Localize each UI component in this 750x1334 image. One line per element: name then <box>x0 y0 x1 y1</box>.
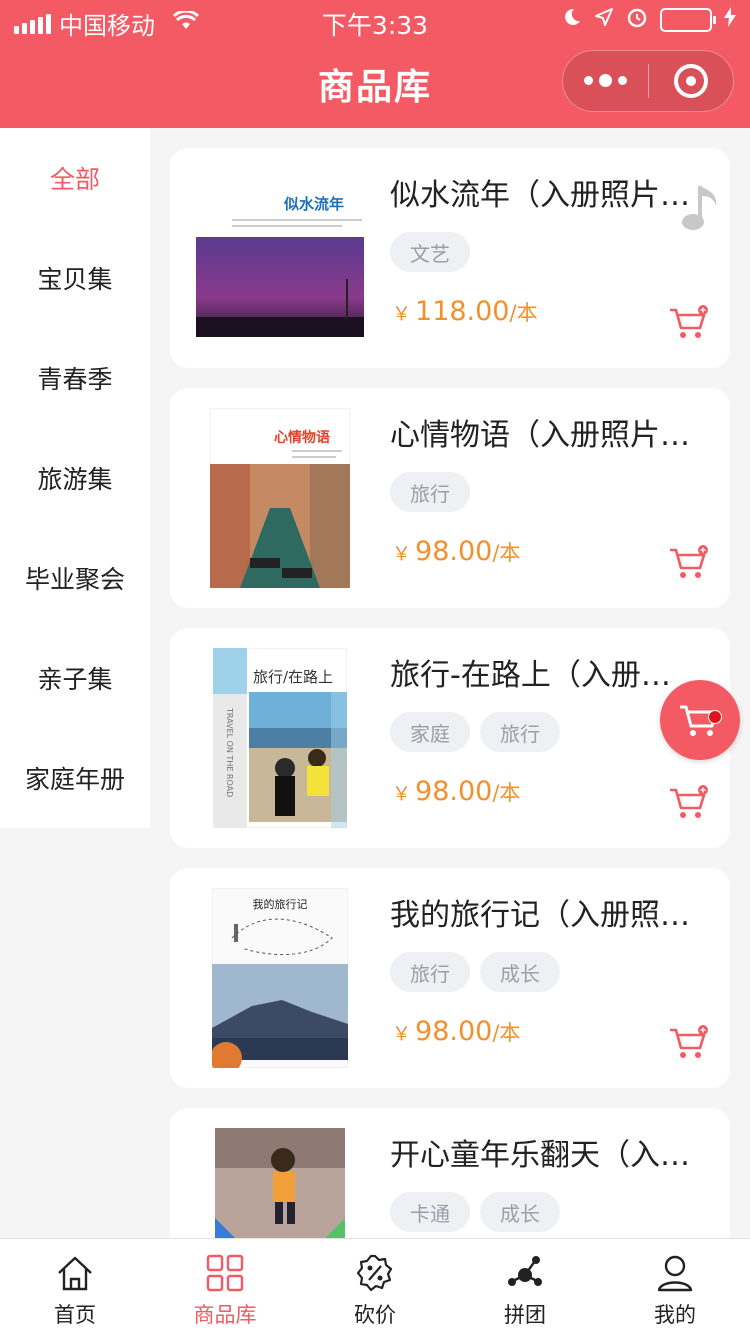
sidebar-item-travel[interactable]: 旅游集 <box>0 428 150 528</box>
alarm-icon <box>626 6 648 34</box>
currency-symbol: ￥ <box>392 303 412 325</box>
group-icon <box>508 1256 542 1286</box>
profile-icon <box>657 1255 693 1292</box>
target-icon <box>673 64 708 98</box>
product-tag: 旅行 <box>390 952 470 992</box>
tab-label: 首页 <box>54 1303 96 1327</box>
price-unit: /本 <box>492 541 521 565</box>
tab-home[interactable]: 首页 <box>0 1239 150 1334</box>
more-button[interactable] <box>563 73 648 87</box>
cover-title: 似水流年 <box>283 195 344 213</box>
product-title[interactable]: 旅行-在路上（入册… <box>390 650 712 694</box>
sidebar-item-all[interactable]: 全部 <box>0 128 150 228</box>
tab-label: 我的 <box>654 1303 696 1327</box>
discount-icon <box>356 1254 393 1292</box>
product-cover: 心情物语 <box>194 408 366 588</box>
cover-title: 旅行/在路上 <box>253 668 333 686</box>
product-price: ￥ 98.00 /本 <box>392 1016 520 1047</box>
music-note-icon[interactable] <box>678 182 722 234</box>
product-title[interactable]: 心情物语（入册照片… <box>390 410 712 454</box>
tab-label: 砍价 <box>354 1303 396 1327</box>
price-value: 118.00 <box>415 296 510 327</box>
moon-icon <box>562 7 582 33</box>
status-bar: 中国移动 下午3:33 <box>0 0 750 40</box>
add-to-cart-icon[interactable] <box>668 544 710 580</box>
product-tag: 文艺 <box>390 232 470 272</box>
product-list: 似水流年 似水流年（入册照片… 文艺 ￥ 118.00 /本 心情物语 心情物语… <box>170 148 730 1334</box>
price-unit: /本 <box>509 301 538 325</box>
product-cover: 似水流年 <box>194 168 366 348</box>
product-tags: 家庭 旅行 <box>390 712 560 752</box>
sidebar-item-youth[interactable]: 青春季 <box>0 328 150 428</box>
product-price: ￥ 98.00 /本 <box>392 536 520 567</box>
product-title[interactable]: 似水流年（入册照片… <box>390 170 712 214</box>
cart-badge <box>708 710 722 724</box>
sidebar-item-family-yearbook[interactable]: 家庭年册 <box>0 728 150 828</box>
product-title[interactable]: 我的旅行记（入册照… <box>390 890 712 934</box>
sidebar-item-graduation[interactable]: 毕业聚会 <box>0 528 150 628</box>
product-card[interactable]: 我的旅行记 我的旅行记（入册照… 旅行 成长 ￥ 98.00 /本 <box>170 868 730 1088</box>
product-cover: 旅行/在路上 TRAVEL ON THE ROAD <box>194 648 366 828</box>
tab-profile[interactable]: 我的 <box>600 1239 750 1334</box>
sidebar-item-baby[interactable]: 宝贝集 <box>0 228 150 328</box>
mini-program-capsule <box>562 50 734 112</box>
price-value: 98.00 <box>415 776 493 807</box>
product-price: ￥ 98.00 /本 <box>392 776 520 807</box>
add-to-cart-icon[interactable] <box>668 304 710 340</box>
product-card[interactable]: 似水流年 似水流年（入册照片… 文艺 ￥ 118.00 /本 <box>170 148 730 368</box>
product-tags: 旅行 <box>390 472 470 512</box>
product-tag: 成长 <box>480 952 560 992</box>
product-tag: 卡通 <box>390 1192 470 1232</box>
product-title[interactable]: 开心童年乐翻天（入… <box>390 1130 712 1174</box>
product-cover: 我的旅行记 <box>194 888 366 1068</box>
close-button[interactable] <box>649 64 734 98</box>
product-tag: 成长 <box>480 1192 560 1232</box>
add-to-cart-icon[interactable] <box>668 784 710 820</box>
battery-icon <box>660 8 716 32</box>
product-tag: 旅行 <box>480 712 560 752</box>
navigation-bar: 中国移动 下午3:33 商品库 <box>0 0 750 128</box>
product-tags: 旅行 成长 <box>390 952 560 992</box>
product-card[interactable]: 心情物语 心情物语（入册照片… 旅行 ￥ 98.00 /本 <box>170 388 730 608</box>
add-to-cart-icon[interactable] <box>668 1024 710 1060</box>
currency-symbol: ￥ <box>392 1023 412 1045</box>
status-icons <box>562 6 736 34</box>
tab-label: 商品库 <box>193 1303 257 1327</box>
tab-products[interactable]: 商品库 <box>150 1239 300 1334</box>
cover-side-text: TRAVEL ON THE ROAD <box>225 707 234 797</box>
price-unit: /本 <box>492 1021 521 1045</box>
product-tags: 文艺 <box>390 232 470 272</box>
tab-bar: 首页 商品库 砍价 拼团 我的 <box>0 1238 750 1334</box>
grid-icon <box>206 1254 244 1292</box>
sidebar-item-family-kids[interactable]: 亲子集 <box>0 628 150 728</box>
tab-group-buy[interactable]: 拼团 <box>450 1239 600 1334</box>
product-tag: 旅行 <box>390 472 470 512</box>
product-card[interactable]: 旅行/在路上 TRAVEL ON THE ROAD 旅行-在路上（入册… 家庭 … <box>170 628 730 848</box>
category-sidebar: 全部 宝贝集 青春季 旅游集 毕业聚会 亲子集 家庭年册 <box>0 128 150 828</box>
price-unit: /本 <box>492 781 521 805</box>
home-icon <box>58 1256 92 1291</box>
product-tag: 家庭 <box>390 712 470 752</box>
product-tags: 卡通 成长 <box>390 1192 560 1232</box>
cover-title: 心情物语 <box>274 429 330 446</box>
product-price: ￥ 118.00 /本 <box>392 296 538 327</box>
location-icon <box>594 7 614 33</box>
price-value: 98.00 <box>415 536 493 567</box>
currency-symbol: ￥ <box>392 783 412 805</box>
currency-symbol: ￥ <box>392 543 412 565</box>
floating-cart-button[interactable] <box>660 680 740 760</box>
cover-title: 我的旅行记 <box>253 897 308 911</box>
tab-label: 拼团 <box>504 1303 546 1327</box>
tab-bargain[interactable]: 砍价 <box>300 1239 450 1334</box>
charging-icon <box>724 7 736 33</box>
price-value: 98.00 <box>415 1016 493 1047</box>
